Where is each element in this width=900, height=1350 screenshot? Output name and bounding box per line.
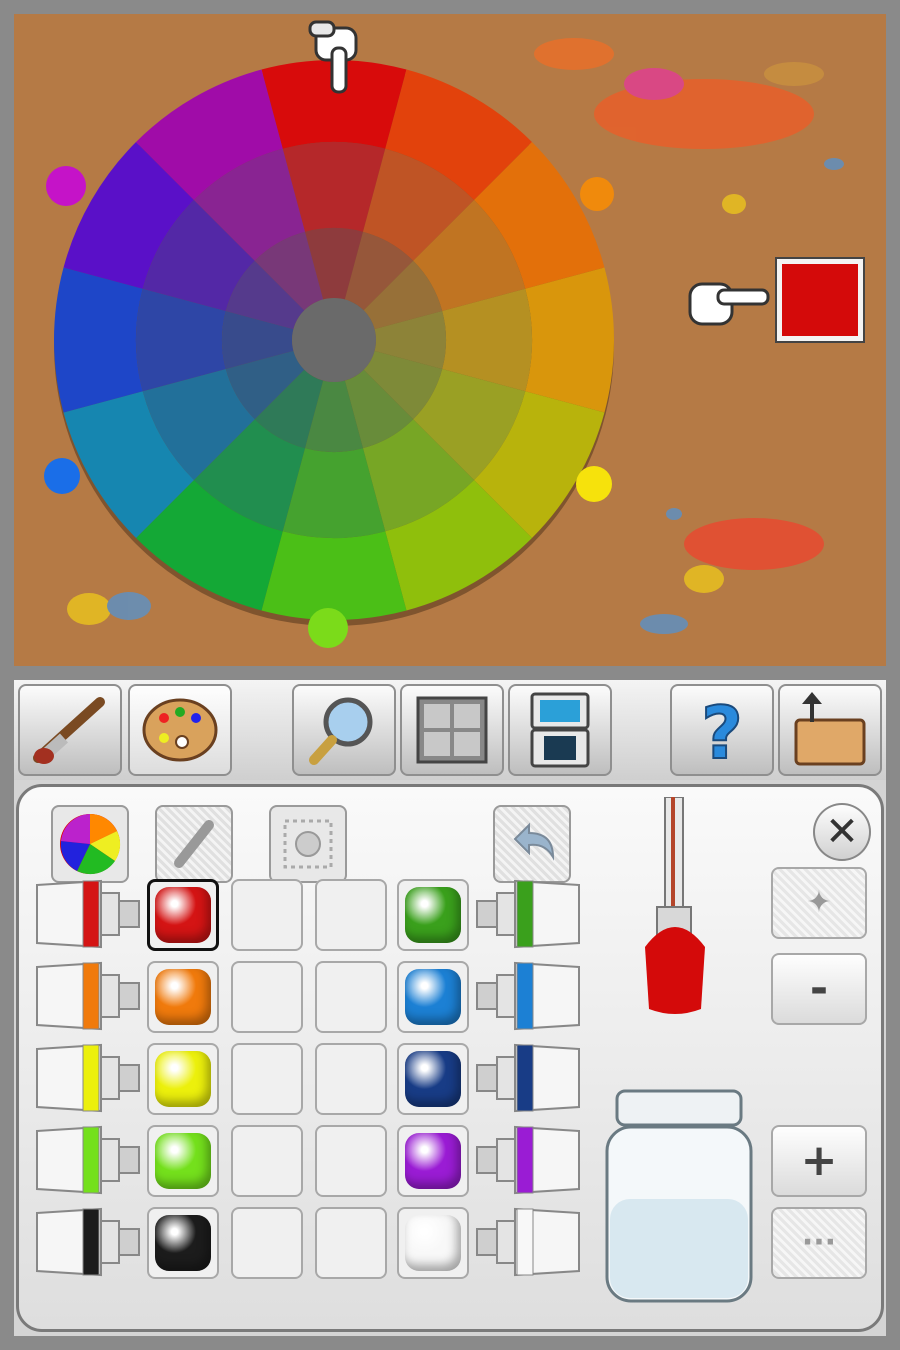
splatter bbox=[666, 508, 682, 520]
close-button[interactable]: ✕ bbox=[813, 803, 871, 861]
palette-well[interactable] bbox=[397, 1207, 469, 1279]
paint-blob bbox=[155, 887, 211, 943]
pointer-hand-icon bbox=[688, 282, 770, 326]
marker-blue[interactable] bbox=[44, 458, 80, 494]
wheel-segment[interactable] bbox=[525, 267, 614, 413]
paint-blob bbox=[155, 1051, 211, 1107]
splatter bbox=[67, 593, 111, 625]
color-wheel[interactable] bbox=[54, 60, 614, 620]
undo-arrow-icon bbox=[513, 822, 555, 861]
splatter bbox=[107, 592, 151, 620]
eyedropper-icon bbox=[174, 820, 214, 868]
magnifier-icon bbox=[309, 697, 373, 765]
palette-well[interactable] bbox=[231, 1125, 303, 1197]
water-level-button[interactable]: ··· bbox=[771, 1207, 867, 1279]
palette-well[interactable] bbox=[147, 1207, 219, 1279]
paint-tube-orange[interactable] bbox=[35, 961, 143, 1031]
palette-well[interactable] bbox=[231, 879, 303, 951]
palette-well[interactable] bbox=[231, 1207, 303, 1279]
wheel-segment[interactable] bbox=[54, 267, 143, 413]
tab-grid[interactable] bbox=[400, 684, 504, 776]
paint-tube-red[interactable] bbox=[35, 879, 143, 949]
paint-tube-sky-blue[interactable] bbox=[473, 961, 581, 1031]
palette-well[interactable] bbox=[147, 879, 219, 951]
paint-blob bbox=[155, 1133, 211, 1189]
wheel-center[interactable] bbox=[292, 298, 376, 382]
paint-mixer-screen: ? ✕ ✦ - + ··· bbox=[14, 680, 886, 1336]
paint-tube-purple[interactable] bbox=[473, 1125, 581, 1195]
brush-preview-icon bbox=[645, 797, 705, 1014]
fill-mode-button[interactable] bbox=[269, 805, 347, 883]
splatter bbox=[764, 62, 824, 86]
mixer-panel: ✕ ✦ - + ··· bbox=[16, 784, 884, 1332]
marker-green[interactable] bbox=[308, 608, 348, 648]
target-icon bbox=[283, 819, 333, 869]
paint-tube-white[interactable] bbox=[473, 1207, 581, 1277]
palette-well[interactable] bbox=[315, 961, 387, 1033]
palette-well[interactable] bbox=[315, 1207, 387, 1279]
water-jar-icon bbox=[605, 1089, 753, 1303]
minus-button[interactable]: - bbox=[771, 953, 867, 1025]
grid-icon bbox=[416, 696, 488, 764]
color-wheel-screen bbox=[14, 14, 886, 666]
palette-well[interactable] bbox=[147, 961, 219, 1033]
palette-well[interactable] bbox=[397, 1043, 469, 1115]
palette-well[interactable] bbox=[147, 1043, 219, 1115]
tab-dual-screen[interactable] bbox=[508, 684, 612, 776]
tab-export[interactable] bbox=[778, 684, 882, 776]
paint-blob bbox=[405, 1215, 461, 1271]
palette-well[interactable] bbox=[231, 1043, 303, 1115]
eyedropper-button[interactable] bbox=[155, 805, 233, 883]
export-folder-icon bbox=[794, 692, 866, 766]
splatter bbox=[684, 565, 724, 593]
color-wheel-button[interactable] bbox=[51, 805, 129, 883]
tab-help[interactable]: ? bbox=[670, 684, 774, 776]
marker-magenta[interactable] bbox=[46, 166, 86, 206]
brush-icon bbox=[33, 697, 105, 764]
paint-blob bbox=[155, 969, 211, 1025]
color-wheel-canvas[interactable] bbox=[14, 14, 886, 666]
help-icon: ? bbox=[700, 692, 744, 768]
paint-tube-black[interactable] bbox=[35, 1207, 143, 1277]
paint-blob bbox=[405, 887, 461, 943]
wheel-segment[interactable] bbox=[261, 531, 407, 620]
undo-button[interactable] bbox=[493, 805, 571, 883]
palette-well[interactable] bbox=[397, 961, 469, 1033]
marker-orange[interactable] bbox=[580, 177, 614, 211]
color-wheel-icon bbox=[60, 814, 121, 875]
splatter bbox=[640, 614, 688, 634]
ds-screens-icon bbox=[530, 692, 590, 768]
paint-tube-lime[interactable] bbox=[35, 1125, 143, 1195]
splatter bbox=[722, 194, 746, 214]
paint-blob bbox=[155, 1215, 211, 1271]
paint-blob bbox=[405, 969, 461, 1025]
palette-well[interactable] bbox=[231, 961, 303, 1033]
paint-tube-yellow[interactable] bbox=[35, 1043, 143, 1113]
tab-zoom[interactable] bbox=[292, 684, 396, 776]
paint-tube-navy[interactable] bbox=[473, 1043, 581, 1113]
splatter bbox=[534, 38, 614, 70]
splatter bbox=[684, 518, 824, 570]
palette-well[interactable] bbox=[147, 1125, 219, 1197]
splatter bbox=[624, 68, 684, 100]
palette-well[interactable] bbox=[315, 1043, 387, 1115]
palette-well[interactable] bbox=[397, 1125, 469, 1197]
paint-blob bbox=[405, 1051, 461, 1107]
tab-brush[interactable] bbox=[18, 684, 122, 776]
svg-text:?: ? bbox=[701, 692, 743, 768]
palette-well[interactable] bbox=[315, 1125, 387, 1197]
paint-blob bbox=[405, 1133, 461, 1189]
paint-tube-green[interactable] bbox=[473, 879, 581, 949]
brush-size-small-button[interactable]: ✦ bbox=[771, 867, 867, 939]
palette-well[interactable] bbox=[397, 879, 469, 951]
tab-palette[interactable] bbox=[128, 684, 232, 776]
palette-icon bbox=[142, 698, 218, 762]
tool-tab-bar: ? bbox=[14, 680, 886, 780]
palette-well[interactable] bbox=[315, 879, 387, 951]
selected-color-swatch bbox=[782, 264, 858, 336]
marker-yellow[interactable] bbox=[576, 466, 612, 502]
splatter bbox=[824, 158, 844, 170]
plus-button[interactable]: + bbox=[771, 1125, 867, 1197]
